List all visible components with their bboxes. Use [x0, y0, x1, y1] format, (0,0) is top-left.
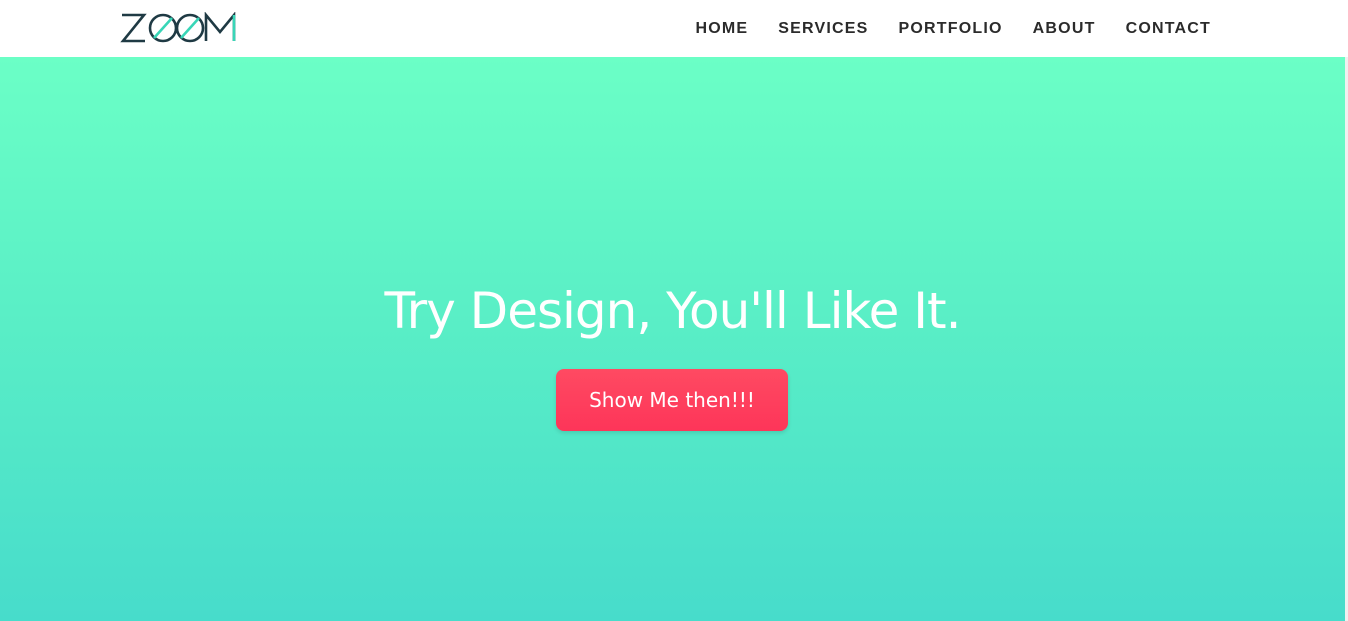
nav-item-services[interactable]: SERVICES [778, 20, 868, 38]
nav-item-contact[interactable]: CONTACT [1126, 20, 1211, 38]
hero-section: Try Design, You'll Like It. Show Me then… [0, 57, 1345, 621]
page: HOME SERVICES PORTFOLIO ABOUT CONTACT Tr… [0, 0, 1348, 621]
hero-headline: Try Design, You'll Like It. [384, 282, 961, 340]
show-me-button[interactable]: Show Me then!!! [556, 369, 788, 431]
nav-item-home[interactable]: HOME [695, 20, 748, 38]
nav-item-portfolio[interactable]: PORTFOLIO [899, 20, 1003, 38]
nav-item-about[interactable]: ABOUT [1033, 20, 1096, 38]
brand-logo[interactable] [120, 11, 236, 44]
zoom-logo-icon [120, 11, 236, 43]
navbar: HOME SERVICES PORTFOLIO ABOUT CONTACT [0, 0, 1348, 57]
main-nav: HOME SERVICES PORTFOLIO ABOUT CONTACT [695, 0, 1211, 57]
